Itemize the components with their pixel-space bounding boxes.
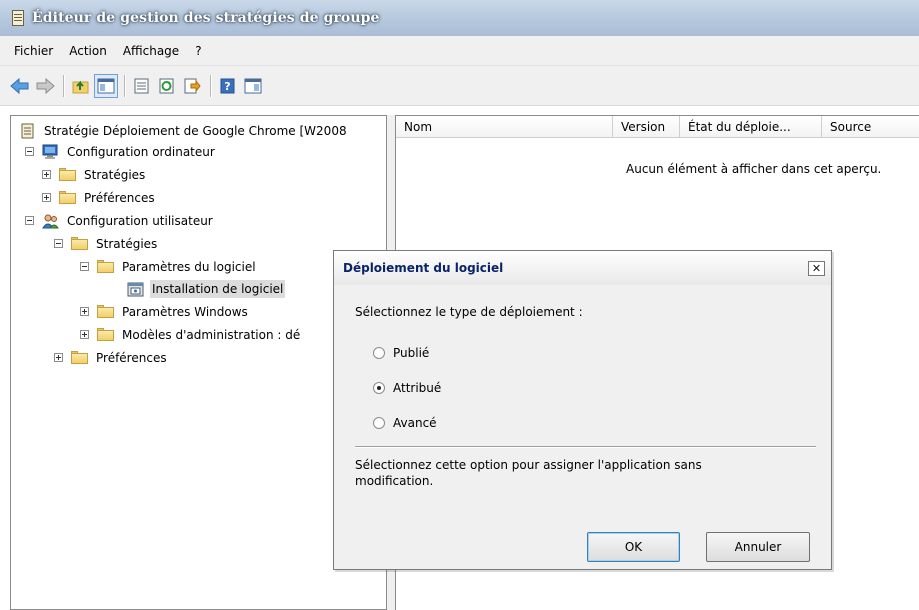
radio-assigned[interactable]: Attribué <box>373 381 441 395</box>
properties-icon[interactable] <box>130 74 154 98</box>
tree-label: Préférences <box>96 350 167 365</box>
tree-label: Stratégies <box>84 167 146 182</box>
collapse-icon[interactable] <box>25 216 34 225</box>
menu-bar: Fichier Action Affichage ? <box>0 36 919 66</box>
collapse-icon[interactable] <box>54 239 63 248</box>
console-tree: Stratégie Déploiement de Google Chrome [… <box>10 115 387 610</box>
tree-label: Stratégies <box>96 236 158 251</box>
expand-icon[interactable] <box>80 330 89 339</box>
software-installation-icon <box>127 281 144 297</box>
title-bar: Éditeur de gestion des stratégies de gro… <box>0 0 919 36</box>
tree-node-root[interactable]: Stratégie Déploiement de Google Chrome [… <box>19 120 349 141</box>
tree-node-computer-preferences[interactable]: Préférences <box>42 187 157 208</box>
column-header-deployment-state[interactable]: État du déploie... <box>680 116 822 138</box>
menu-help[interactable]: ? <box>187 41 209 61</box>
refresh-icon[interactable] <box>155 74 179 98</box>
column-header-name[interactable]: Nom <box>396 116 613 138</box>
column-header-source[interactable]: Source <box>822 116 919 138</box>
radio-label: Publié <box>393 346 430 360</box>
tree-node-computer-config[interactable]: Configuration ordinateur <box>25 141 217 162</box>
collapse-icon[interactable] <box>80 262 89 271</box>
tree-label: Préférences <box>84 190 155 205</box>
tree-node-software-install[interactable]: Installation de logiciel <box>127 278 286 299</box>
expand-icon[interactable] <box>54 353 63 362</box>
tree-node-windows-settings[interactable]: Paramètres Windows <box>80 301 250 322</box>
export-list-icon[interactable] <box>180 74 204 98</box>
toolbar-separator <box>124 74 125 97</box>
computer-icon <box>42 144 59 160</box>
tree-node-admin-templates[interactable]: Modèles d'administration : dé <box>80 324 302 345</box>
forward-arrow-icon[interactable] <box>33 74 57 98</box>
toolbar-separator <box>63 74 64 97</box>
toolbar: ? <box>0 66 919 106</box>
folder-icon <box>71 351 88 364</box>
folder-icon <box>71 237 88 250</box>
close-icon[interactable]: ✕ <box>808 261 825 276</box>
tree-label: Installation de logiciel <box>150 279 286 298</box>
expand-icon[interactable] <box>42 170 51 179</box>
show-hide-action-pane-icon[interactable] <box>241 74 265 98</box>
cancel-button[interactable]: Annuler <box>706 532 810 562</box>
radio-button[interactable] <box>373 417 385 429</box>
folder-icon <box>97 305 114 318</box>
radio-published[interactable]: Publié <box>373 346 429 360</box>
tree-label: Stratégie Déploiement de Google Chrome [… <box>44 123 347 138</box>
column-header-version[interactable]: Version <box>613 116 680 138</box>
up-folder-icon[interactable] <box>69 74 93 98</box>
empty-list-message: Aucun élément à afficher dans cet aperçu… <box>626 162 882 176</box>
tree-label: Modèles d'administration : dé <box>122 327 301 342</box>
radio-label: Avancé <box>393 416 437 430</box>
deployment-type-prompt: Sélectionnez le type de déploiement : <box>355 305 583 319</box>
deploy-software-dialog: Déploiement du logiciel ✕ Sélectionnez l… <box>333 250 832 570</box>
menu-view[interactable]: Affichage <box>115 41 187 61</box>
option-description: Sélectionnez cette option pour assigner … <box>355 458 702 488</box>
radio-advanced[interactable]: Avancé <box>373 416 437 430</box>
back-arrow-icon[interactable] <box>8 74 32 98</box>
menu-file[interactable]: Fichier <box>6 41 61 61</box>
dialog-title: Déploiement du logiciel <box>343 261 504 275</box>
expand-icon[interactable] <box>42 193 51 202</box>
tree-label: Configuration ordinateur <box>67 144 215 159</box>
dialog-separator <box>355 446 816 448</box>
users-icon <box>42 213 59 229</box>
tree-node-user-preferences[interactable]: Préférences <box>54 347 169 368</box>
list-header: Nom Version État du déploie... Source <box>396 116 919 138</box>
tree-label: Paramètres du logiciel <box>122 259 256 274</box>
tree-label: Paramètres Windows <box>122 304 248 319</box>
collapse-icon[interactable] <box>25 147 34 156</box>
window-title: Éditeur de gestion des stratégies de gro… <box>32 10 380 26</box>
folder-icon <box>97 260 114 273</box>
dialog-title-bar: Déploiement du logiciel ✕ <box>334 251 831 285</box>
radio-button[interactable] <box>373 382 385 394</box>
folder-icon <box>59 168 76 181</box>
expand-icon[interactable] <box>80 307 89 316</box>
tree-node-computer-strategies[interactable]: Stratégies <box>42 164 147 185</box>
menu-action[interactable]: Action <box>61 41 115 61</box>
folder-icon <box>97 328 114 341</box>
tree-label: Configuration utilisateur <box>67 213 213 228</box>
ok-button[interactable]: OK <box>587 532 680 562</box>
show-hide-tree-icon[interactable] <box>94 73 118 98</box>
help-icon[interactable]: ? <box>216 74 240 98</box>
gpo-editor-icon <box>10 9 26 27</box>
tree-node-user-strategies[interactable]: Stratégies <box>54 233 159 254</box>
svg-text:?: ? <box>224 80 230 93</box>
toolbar-separator <box>210 74 211 97</box>
folder-icon <box>59 191 76 204</box>
tree-node-software-settings[interactable]: Paramètres du logiciel <box>80 256 258 277</box>
radio-button[interactable] <box>373 347 385 359</box>
policy-document-icon <box>19 123 36 139</box>
radio-label: Attribué <box>393 381 442 395</box>
tree-node-user-config[interactable]: Configuration utilisateur <box>25 210 215 231</box>
